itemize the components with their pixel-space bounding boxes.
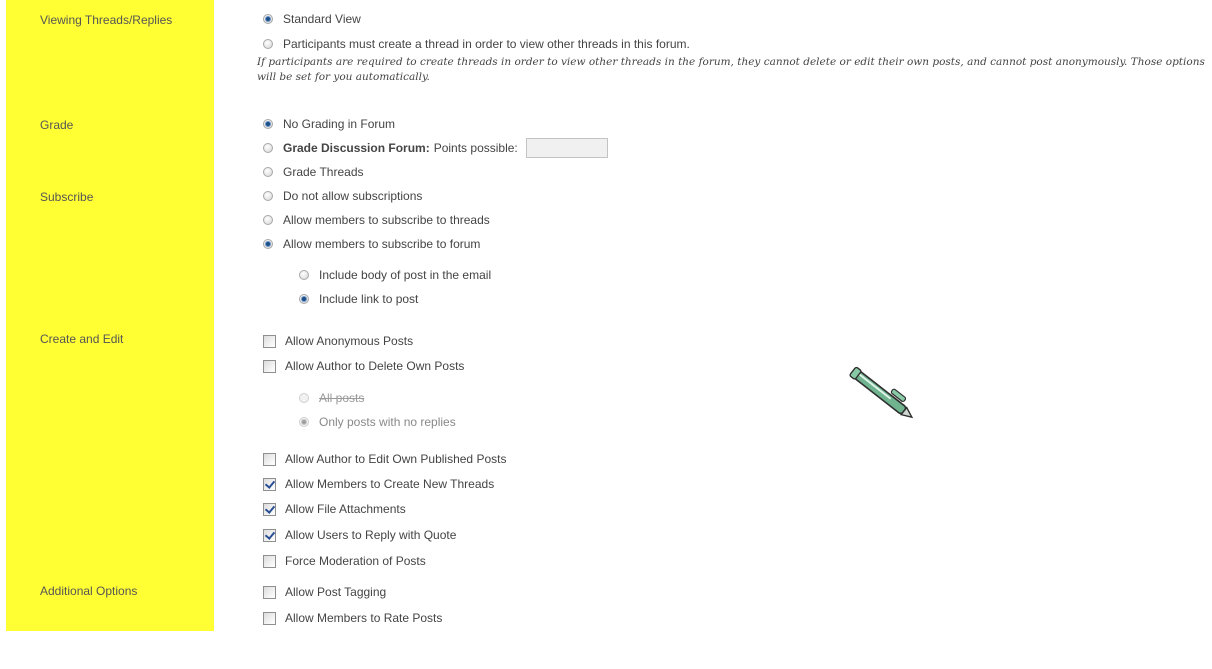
- radio-delete-no-replies: [299, 417, 309, 427]
- checkbox-post-tagging[interactable]: [263, 585, 276, 599]
- option-force-moderation[interactable]: Force Moderation of Posts: [263, 552, 426, 570]
- option-edit-own-posts[interactable]: Allow Author to Edit Own Published Posts: [263, 450, 506, 468]
- radio-delete-all-posts: [299, 393, 309, 403]
- label-standard-view: Standard View: [283, 12, 361, 26]
- option-create-new-threads[interactable]: Allow Members to Create New Threads: [263, 475, 494, 493]
- radio-subscribe-forum[interactable]: [263, 239, 273, 249]
- label-force-moderation: Force Moderation of Posts: [285, 554, 426, 568]
- option-delete-all-posts: All posts: [299, 389, 364, 407]
- option-standard-view[interactable]: Standard View: [263, 10, 361, 28]
- checkbox-rate-posts[interactable]: [263, 611, 276, 625]
- option-no-subscriptions[interactable]: Do not allow subscriptions: [263, 187, 422, 205]
- section-label-create-edit: Create and Edit: [40, 332, 124, 346]
- label-grade-threads: Grade Threads: [283, 165, 364, 179]
- option-no-grading[interactable]: No Grading in Forum: [263, 115, 395, 133]
- section-label-additional: Additional Options: [40, 584, 138, 598]
- checkbox-force-moderation[interactable]: [263, 554, 276, 568]
- radio-grade-threads[interactable]: [263, 167, 273, 177]
- label-delete-own-posts: Allow Author to Delete Own Posts: [285, 359, 465, 373]
- radio-grade-discussion-forum[interactable]: [263, 143, 273, 153]
- option-grade-threads[interactable]: Grade Threads: [263, 163, 364, 181]
- option-subscribe-forum[interactable]: Allow members to subscribe to forum: [263, 235, 480, 253]
- section-label-viewing: Viewing Threads/Replies: [40, 13, 173, 27]
- label-delete-no-replies: Only posts with no replies: [319, 415, 456, 429]
- label-file-attachments: Allow File Attachments: [285, 502, 406, 516]
- label-include-body: Include body of post in the email: [319, 268, 492, 282]
- label-rate-posts: Allow Members to Rate Posts: [285, 611, 443, 625]
- label-reply-with-quote: Allow Users to Reply with Quote: [285, 528, 457, 542]
- label-allow-anonymous: Allow Anonymous Posts: [285, 334, 414, 348]
- option-grade-discussion-forum[interactable]: Grade Discussion Forum: Points possible:: [263, 138, 608, 158]
- radio-participants-must-create[interactable]: [263, 39, 273, 49]
- checkbox-file-attachments[interactable]: [263, 502, 276, 516]
- label-post-tagging: Allow Post Tagging: [285, 585, 387, 599]
- radio-standard-view[interactable]: [263, 14, 273, 24]
- label-subscribe-forum: Allow members to subscribe to forum: [283, 237, 481, 251]
- label-grade-discussion-forum: Grade Discussion Forum:: [283, 141, 430, 155]
- points-possible-input[interactable]: [525, 138, 608, 158]
- label-no-grading: No Grading in Forum: [283, 117, 396, 131]
- radio-no-subscriptions[interactable]: [263, 191, 273, 201]
- option-file-attachments[interactable]: Allow File Attachments: [263, 500, 406, 518]
- section-label-grade: Grade: [40, 118, 74, 132]
- checkbox-delete-own-posts[interactable]: [263, 359, 276, 373]
- section-label-subscribe: Subscribe: [40, 190, 94, 204]
- checkbox-edit-own-posts[interactable]: [263, 452, 276, 466]
- checkbox-reply-with-quote[interactable]: [263, 528, 276, 542]
- label-include-link: Include link to post: [319, 292, 419, 306]
- label-create-new-threads: Allow Members to Create New Threads: [285, 477, 495, 491]
- option-delete-own-posts[interactable]: Allow Author to Delete Own Posts: [263, 357, 464, 375]
- option-subscribe-threads[interactable]: Allow members to subscribe to threads: [263, 211, 490, 229]
- option-participants-must-create[interactable]: Participants must create a thread in ord…: [263, 35, 690, 53]
- checkbox-allow-anonymous[interactable]: [263, 334, 276, 348]
- label-no-subscriptions: Do not allow subscriptions: [283, 189, 423, 203]
- option-rate-posts[interactable]: Allow Members to Rate Posts: [263, 609, 442, 627]
- checkbox-create-new-threads[interactable]: [263, 477, 276, 491]
- option-delete-no-replies: Only posts with no replies: [299, 413, 456, 431]
- radio-subscribe-threads[interactable]: [263, 215, 273, 225]
- label-delete-all-posts: All posts: [319, 391, 365, 405]
- option-post-tagging[interactable]: Allow Post Tagging: [263, 583, 386, 601]
- section-label-column: [6, 0, 214, 631]
- option-allow-anonymous[interactable]: Allow Anonymous Posts: [263, 332, 413, 350]
- label-points-possible: Points possible:: [433, 141, 518, 155]
- option-include-body[interactable]: Include body of post in the email: [299, 266, 491, 284]
- label-subscribe-threads: Allow members to subscribe to threads: [283, 213, 490, 227]
- radio-include-link[interactable]: [299, 294, 309, 304]
- radio-include-body[interactable]: [299, 270, 309, 280]
- radio-no-grading[interactable]: [263, 119, 273, 129]
- label-participants-must-create: Participants must create a thread in ord…: [283, 37, 690, 51]
- pen-icon: [849, 366, 914, 419]
- option-include-link[interactable]: Include link to post: [299, 290, 418, 308]
- viewing-note: If participants are required to create t…: [257, 56, 1205, 83]
- option-reply-with-quote[interactable]: Allow Users to Reply with Quote: [263, 526, 456, 544]
- label-edit-own-posts: Allow Author to Edit Own Published Posts: [285, 452, 507, 466]
